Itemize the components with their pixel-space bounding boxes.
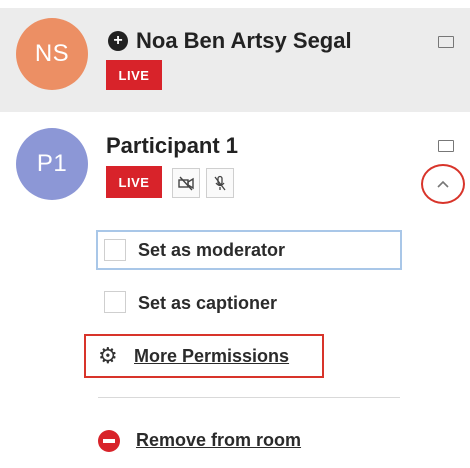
set-moderator-checkbox[interactable] <box>104 239 126 261</box>
screen-share-icon[interactable] <box>438 140 454 152</box>
participant-name-noa: Noa Ben Artsy Segal <box>136 28 352 53</box>
minus-circle-icon <box>98 430 120 452</box>
gear-icon: ⚙ <box>98 343 118 368</box>
set-captioner-label[interactable]: Set as captioner <box>138 293 277 314</box>
avatar-noa: NS <box>16 18 88 90</box>
screen-share-icon[interactable] <box>438 36 454 48</box>
avatar-participant-1: P1 <box>16 128 88 200</box>
live-badge: LIVE <box>106 60 162 90</box>
participant-row-noa[interactable]: NS + Noa Ben Artsy Segal LIVE <box>0 8 470 112</box>
more-permissions-link[interactable]: More Permissions <box>134 346 289 367</box>
camera-off-icon[interactable] <box>172 168 200 198</box>
set-moderator-label[interactable]: Set as moderator <box>138 240 285 261</box>
moderator-icon: + <box>108 31 128 51</box>
live-badge: LIVE <box>106 166 162 198</box>
chevron-up-icon[interactable] <box>421 164 465 204</box>
remove-from-room-link[interactable]: Remove from room <box>136 430 301 451</box>
divider <box>98 397 400 398</box>
set-captioner-checkbox[interactable] <box>104 291 126 313</box>
participant-name-p1: Participant 1 <box>106 133 239 158</box>
mic-off-icon[interactable] <box>206 168 234 198</box>
